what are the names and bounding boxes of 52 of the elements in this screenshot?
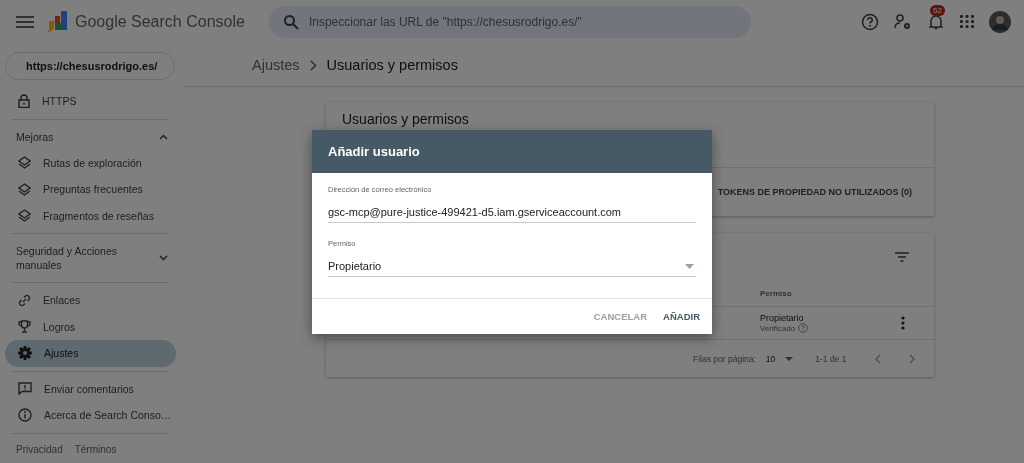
dropdown-arrow-icon: [785, 356, 794, 361]
sidebar-item[interactable]: Logros: [0, 313, 176, 340]
notification-badge: 52: [930, 5, 945, 16]
chevron-right-icon: [309, 59, 317, 71]
more-options-icon[interactable]: [901, 316, 905, 330]
search-icon: [282, 14, 299, 30]
dropdown-arrow-icon: [685, 263, 694, 269]
cancel-button[interactable]: CANCELAR: [587, 305, 654, 328]
sidebar-item[interactable]: Enviar comentarios: [0, 375, 176, 402]
tokens-link[interactable]: TOKENS DE PROPIEDAD NO UTILIZADOS (0): [717, 187, 912, 197]
rows-per-page-label: Filas por página:: [693, 353, 756, 364]
dialog-title: Añadir usuario: [312, 130, 712, 173]
avatar-icon[interactable]: [989, 11, 1011, 33]
sidebar-item[interactable]: Rutas de exploración: [0, 149, 176, 176]
sidebar-item[interactable]: Preguntas frecuentes: [0, 176, 176, 203]
search-field[interactable]: Inspeccionar las URL de "https://chesusrodrigo.es/": [268, 6, 751, 38]
rows-per-page-select[interactable]: 10: [765, 353, 794, 364]
section-header[interactable]: Seguridad y Acciones manuales: [0, 238, 188, 278]
sidebar-item[interactable]: Fragmentos de reseñas: [0, 202, 176, 229]
filter-icon[interactable]: [895, 251, 909, 262]
sidebar-item[interactable]: Ajustes: [5, 340, 176, 367]
apps-grid-icon[interactable]: [960, 15, 974, 29]
chevron-down-icon: [159, 255, 168, 261]
logo-icon: [47, 11, 69, 33]
sidebar-item[interactable]: Enlaces: [0, 287, 176, 314]
sidebar-item[interactable]: Acerca de Search Conso…: [0, 402, 176, 429]
section-header[interactable]: Mejoras: [0, 123, 188, 150]
link-icon: [18, 293, 31, 307]
help-icon[interactable]: [861, 13, 879, 31]
layers-icon: [18, 156, 31, 170]
add-button[interactable]: AÑADIR: [657, 305, 706, 328]
lock-icon: [18, 94, 30, 109]
breadcrumb-item: Usuarios y permisos: [326, 57, 458, 73]
user-settings-icon[interactable]: [894, 14, 912, 30]
menu-icon[interactable]: [16, 16, 34, 28]
feedback-icon: [18, 382, 32, 396]
table-cell-text: Propietario: [760, 313, 805, 323]
sidebar-item[interactable]: HTTPS: [0, 88, 176, 115]
column-header: Permiso: [760, 288, 792, 298]
footer-link[interactable]: Términos: [74, 443, 117, 455]
layers-icon: [18, 209, 31, 223]
footer-link[interactable]: Privacidad: [16, 443, 63, 455]
trophy-icon: [18, 320, 31, 334]
status-text: Verificado: [760, 323, 796, 333]
layers-icon: [18, 182, 31, 196]
page-range: 1-1 de 1: [815, 353, 847, 364]
bell-icon[interactable]: [929, 14, 943, 30]
app-title: Google Search Console: [75, 13, 245, 31]
info-icon: [18, 408, 32, 423]
breadcrumb-item[interactable]: Ajustes: [252, 57, 300, 73]
settings-icon: [18, 346, 32, 361]
chevron-up-icon: [159, 133, 168, 140]
